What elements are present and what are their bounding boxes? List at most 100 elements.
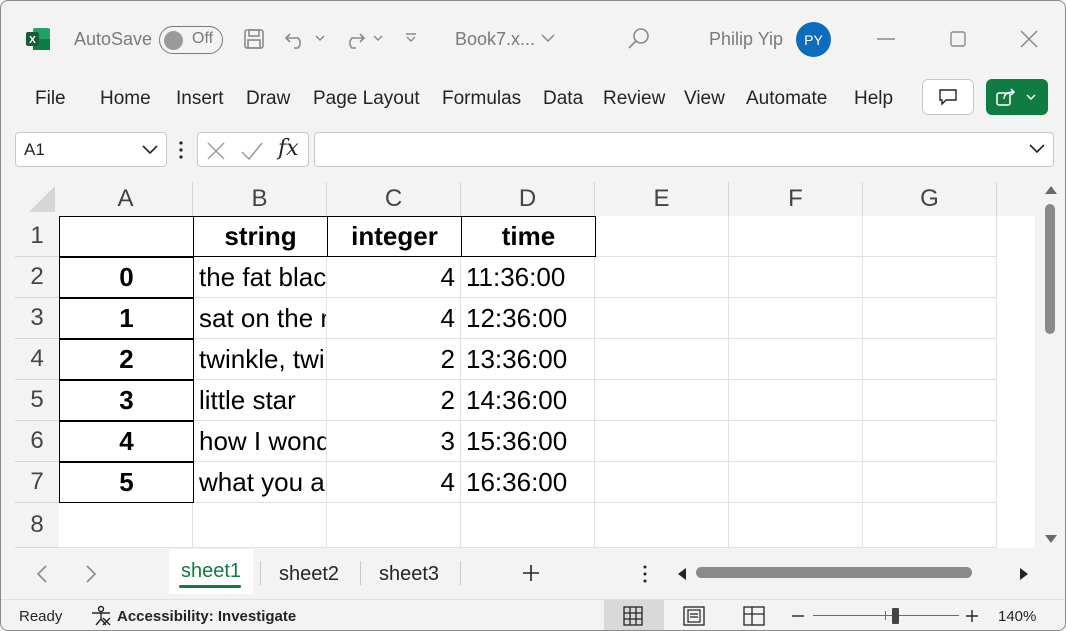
row-header-3[interactable]: 3 — [15, 298, 59, 339]
cell-b1[interactable]: string — [193, 216, 328, 257]
cell-a8[interactable] — [59, 503, 193, 548]
customize-toolbar-icon[interactable] — [403, 29, 419, 47]
cell-b8[interactable] — [193, 503, 327, 548]
cell-c2[interactable]: 4 — [327, 257, 461, 298]
accessibility-icon[interactable] — [90, 605, 112, 627]
tab-home[interactable]: Home — [100, 88, 151, 110]
zoom-level[interactable]: 140% — [998, 608, 1036, 625]
filename-chevron-icon[interactable] — [539, 31, 557, 45]
cell-c3[interactable]: 4 — [327, 298, 461, 339]
cell-e3[interactable] — [595, 298, 729, 339]
cell-c7[interactable]: 4 — [327, 462, 461, 503]
horizontal-scroll-thumb[interactable] — [696, 567, 972, 578]
tab-draw[interactable]: Draw — [246, 88, 290, 110]
row-header-1[interactable]: 1 — [15, 216, 59, 257]
cell-d3[interactable]: 12:36:00 — [461, 298, 595, 339]
cell-e4[interactable] — [595, 339, 729, 380]
sheet-tab-sheet1[interactable]: sheet1 — [181, 560, 241, 583]
cell-f3[interactable] — [729, 298, 863, 339]
cell-d8[interactable] — [461, 503, 595, 548]
cell-f8[interactable] — [729, 503, 863, 548]
share-button[interactable] — [986, 79, 1048, 115]
row-header-7[interactable]: 7 — [15, 462, 59, 503]
cell-a1[interactable] — [59, 216, 194, 257]
name-box[interactable]: A1 — [15, 132, 167, 167]
redo-icon[interactable] — [341, 26, 367, 52]
cell-d1[interactable]: time — [461, 216, 596, 257]
cell-c4[interactable]: 2 — [327, 339, 461, 380]
zoom-slider-track[interactable] — [813, 615, 959, 616]
cell-d6[interactable]: 15:36:00 — [461, 421, 595, 462]
cell-d4[interactable]: 13:36:00 — [461, 339, 595, 380]
zoom-in-icon[interactable] — [966, 610, 978, 622]
cell-g4[interactable] — [863, 339, 997, 380]
zoom-out-icon[interactable] — [792, 615, 804, 617]
page-break-view-icon[interactable] — [743, 606, 765, 626]
cell-c1[interactable]: integer — [327, 216, 462, 257]
cell-a7[interactable]: 5 — [59, 462, 194, 503]
column-header-f[interactable]: F — [729, 182, 863, 216]
cell-f2[interactable] — [729, 257, 863, 298]
undo-icon[interactable] — [283, 26, 309, 52]
cell-c5[interactable]: 2 — [327, 380, 461, 421]
scroll-left-icon[interactable] — [677, 567, 687, 581]
zoom-slider-thumb[interactable] — [892, 608, 899, 624]
cell-f6[interactable] — [729, 421, 863, 462]
cell-e2[interactable] — [595, 257, 729, 298]
accessibility-status[interactable]: Accessibility: Investigate — [117, 608, 296, 625]
sheet-tab-sheet3[interactable]: sheet3 — [379, 563, 439, 586]
cell-g5[interactable] — [863, 380, 997, 421]
cell-f7[interactable] — [729, 462, 863, 503]
cell-f5[interactable] — [729, 380, 863, 421]
tab-help[interactable]: Help — [854, 88, 893, 110]
close-icon[interactable] — [1017, 27, 1041, 51]
row-header-6[interactable]: 6 — [15, 421, 59, 462]
cell-a6[interactable]: 4 — [59, 421, 194, 462]
cell-g8[interactable] — [863, 503, 997, 548]
vertical-scrollbar[interactable] — [1041, 182, 1061, 548]
autosave-toggle[interactable]: Off — [159, 26, 223, 54]
worksheet-grid[interactable]: A B C D E F G 1 2 3 4 5 6 7 8 string int… — [15, 182, 1035, 548]
cell-c6[interactable]: 3 — [327, 421, 461, 462]
row-header-2[interactable]: 2 — [15, 257, 59, 298]
column-header-d[interactable]: D — [461, 182, 595, 216]
cell-b5[interactable]: little star — [194, 380, 327, 421]
cancel-icon[interactable] — [206, 141, 226, 161]
minimize-icon[interactable] — [873, 29, 899, 49]
prev-sheet-icon[interactable] — [36, 565, 48, 583]
cell-d2[interactable]: 11:36:00 — [461, 257, 595, 298]
column-header-a[interactable]: A — [59, 182, 193, 216]
cell-c8[interactable] — [327, 503, 461, 548]
tab-insert[interactable]: Insert — [176, 88, 224, 110]
user-name[interactable]: Philip Yip — [709, 29, 783, 50]
tab-page-layout[interactable]: Page Layout — [313, 88, 420, 110]
tab-review[interactable]: Review — [603, 88, 665, 110]
cell-g2[interactable] — [863, 257, 997, 298]
more-options-icon[interactable] — [178, 140, 184, 160]
formula-input[interactable] — [314, 132, 1054, 167]
search-icon[interactable] — [625, 25, 653, 53]
tab-formulas[interactable]: Formulas — [442, 88, 521, 110]
undo-dropdown-icon[interactable] — [313, 31, 327, 45]
column-header-b[interactable]: B — [193, 182, 327, 216]
sheet-tab-sheet2[interactable]: sheet2 — [279, 563, 339, 586]
scroll-up-icon[interactable] — [1044, 185, 1058, 195]
maximize-icon[interactable] — [946, 27, 970, 51]
column-header-c[interactable]: C — [327, 182, 461, 216]
save-icon[interactable] — [241, 26, 267, 52]
cell-b2[interactable]: the fat black cat — [194, 257, 327, 298]
tab-data[interactable]: Data — [543, 88, 583, 110]
add-sheet-icon[interactable] — [522, 564, 540, 582]
cell-e6[interactable] — [595, 421, 729, 462]
vertical-scroll-thumb[interactable] — [1045, 204, 1055, 334]
cell-f1[interactable] — [729, 216, 863, 257]
cell-g6[interactable] — [863, 421, 997, 462]
column-header-g[interactable]: G — [863, 182, 997, 216]
cell-a2[interactable]: 0 — [59, 257, 194, 298]
cell-e7[interactable] — [595, 462, 729, 503]
enter-check-icon[interactable] — [240, 141, 264, 161]
filename[interactable]: Book7.x... — [455, 29, 535, 50]
cell-d7[interactable]: 16:36:00 — [461, 462, 595, 503]
cell-b4[interactable]: twinkle, twinkle — [194, 339, 327, 380]
sheet-options-icon[interactable] — [642, 565, 648, 583]
